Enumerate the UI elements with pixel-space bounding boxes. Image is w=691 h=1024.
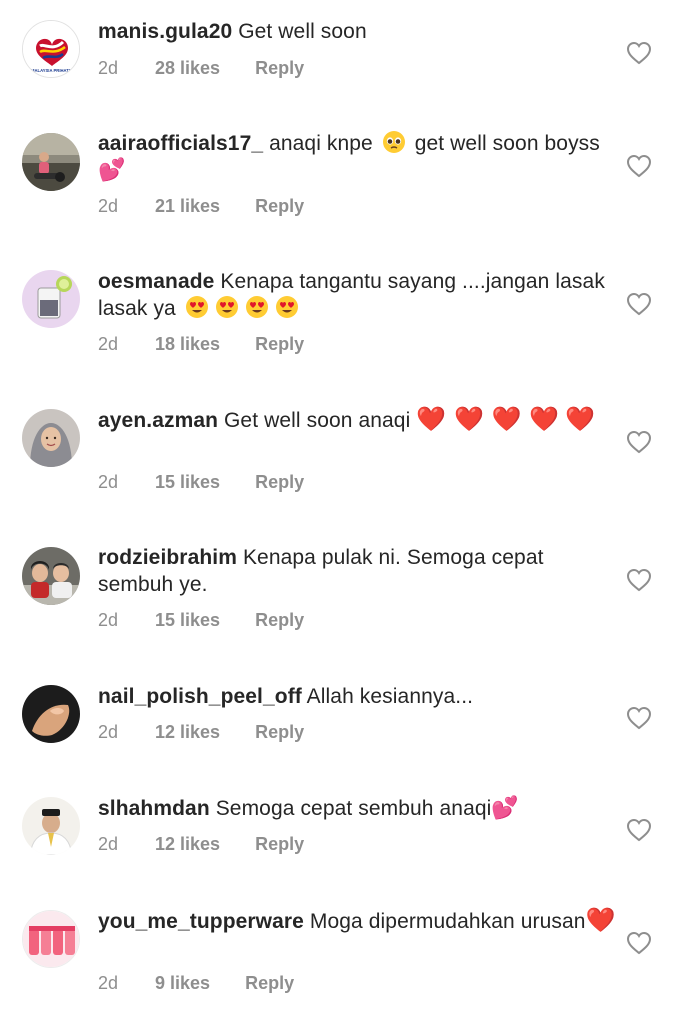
heart-outline-icon[interactable] [626, 818, 652, 842]
comment-body: oesmanade Kenapa tangantu sayang ....jan… [98, 268, 618, 322]
heart-outline-icon[interactable] [626, 706, 652, 730]
comment-time: 2d [98, 334, 119, 354]
avatar[interactable] [22, 797, 80, 855]
comment-time: 2d [98, 610, 119, 630]
heart-eyes-emoji [215, 295, 239, 319]
comment-time: 2d [98, 58, 119, 78]
avatar[interactable] [22, 547, 80, 605]
comment-text: Moga dipermudahkan urusan [309, 910, 586, 933]
comment-body: slhahmdan Semoga cepat sembuh anaqi💕 [98, 795, 618, 822]
heart-outline-icon[interactable] [626, 154, 652, 178]
red-heart-emoji: ❤️ [585, 906, 616, 934]
avatar[interactable] [22, 409, 80, 467]
reply-button[interactable]: Reply [245, 973, 294, 994]
avatar[interactable] [22, 133, 80, 191]
comment-meta: 2d 9 likes Reply [98, 973, 294, 994]
pleading-face-emoji [382, 130, 406, 154]
comment-meta: 2d 12 likes Reply [98, 722, 304, 743]
likes-count[interactable]: 9 likes [155, 973, 210, 994]
username-link[interactable]: aairaofficials17_ [98, 132, 263, 155]
red-heart-emoji: ❤️ [565, 405, 596, 433]
comment-time: 2d [98, 722, 119, 742]
heart-eyes-emoji [185, 295, 209, 319]
comment-meta: 2d 15 likes Reply [98, 472, 304, 493]
likes-count[interactable]: 15 likes [155, 610, 220, 631]
comment-body: you_me_tupperware Moga dipermudahkan uru… [98, 907, 618, 935]
comment-text: Get well soon anaqi [224, 409, 411, 432]
avatar[interactable] [22, 270, 80, 328]
two-hearts-emoji: 💕 [98, 158, 126, 183]
likes-count[interactable]: 28 likes [155, 58, 220, 79]
likes-count[interactable]: 12 likes [155, 722, 220, 743]
comment-time: 2d [98, 834, 119, 854]
comment-text: get well soon boyss [414, 132, 600, 155]
likes-count[interactable]: 21 likes [155, 196, 220, 217]
heart-outline-icon[interactable] [626, 41, 652, 65]
comment-meta: 2d 28 likes Reply [98, 58, 304, 79]
reply-button[interactable]: Reply [255, 334, 304, 355]
comment-body: aairaofficials17_ anaqi knpe get well so… [98, 130, 618, 184]
heart-eyes-emoji [245, 295, 269, 319]
comment-meta: 2d 21 likes Reply [98, 196, 304, 217]
comment-body: ayen.azman Get well soon anaqi ❤️ ❤️ ❤️ … [98, 406, 618, 434]
heart-outline-icon[interactable] [626, 931, 652, 955]
comment-text: Semoga cepat sembuh anaqi [215, 797, 492, 820]
comment-body: rodzieibrahim Kenapa pulak ni. Semoga ce… [98, 544, 618, 598]
username-link[interactable]: nail_polish_peel_off [98, 685, 302, 708]
comment-meta: 2d 15 likes Reply [98, 610, 304, 631]
reply-button[interactable]: Reply [255, 722, 304, 743]
reply-button[interactable]: Reply [255, 610, 304, 631]
avatar[interactable]: MALAYSIA PRIHATIN [22, 20, 80, 78]
avatar[interactable] [22, 685, 80, 743]
avatar-logo-text: MALAYSIA PRIHATIN [31, 68, 73, 73]
heart-outline-icon[interactable] [626, 568, 652, 592]
username-link[interactable]: slhahmdan [98, 797, 210, 820]
likes-count[interactable]: 18 likes [155, 334, 220, 355]
username-link[interactable]: oesmanade [98, 270, 214, 293]
heart-outline-icon[interactable] [626, 430, 652, 454]
comment-text: Get well soon [238, 20, 367, 43]
comment-meta: 2d 12 likes Reply [98, 834, 304, 855]
username-link[interactable]: manis.gula20 [98, 20, 232, 43]
comment-text: anaqi knpe [269, 132, 373, 155]
heart-eyes-emoji [275, 295, 299, 319]
comment-time: 2d [98, 973, 119, 993]
username-link[interactable]: ayen.azman [98, 409, 218, 432]
red-heart-emoji: ❤️ ❤️ ❤️ ❤️ [416, 405, 560, 433]
username-link[interactable]: you_me_tupperware [98, 910, 304, 933]
reply-button[interactable]: Reply [255, 472, 304, 493]
reply-button[interactable]: Reply [255, 196, 304, 217]
likes-count[interactable]: 12 likes [155, 834, 220, 855]
comment-time: 2d [98, 472, 119, 492]
comment-body: nail_polish_peel_off Allah kesiannya... [98, 683, 618, 710]
reply-button[interactable]: Reply [255, 58, 304, 79]
reply-button[interactable]: Reply [255, 834, 304, 855]
avatar[interactable] [22, 910, 80, 968]
comment-meta: 2d 18 likes Reply [98, 334, 304, 355]
comment-time: 2d [98, 196, 119, 216]
heart-outline-icon[interactable] [626, 292, 652, 316]
username-link[interactable]: rodzieibrahim [98, 546, 237, 569]
two-hearts-emoji: 💕 [491, 796, 519, 821]
comment-text: Allah kesiannya... [306, 685, 474, 708]
likes-count[interactable]: 15 likes [155, 472, 220, 493]
comment-body: manis.gula20 Get well soon [98, 18, 618, 45]
